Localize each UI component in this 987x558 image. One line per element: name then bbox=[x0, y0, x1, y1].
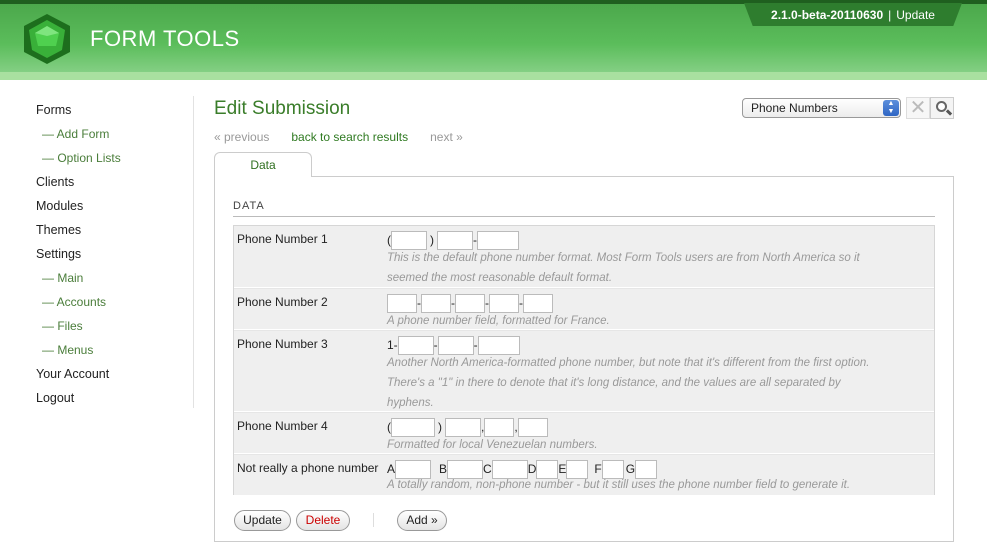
update-button[interactable]: Update bbox=[234, 510, 291, 531]
field-description: Another North America-formatted phone nu… bbox=[387, 353, 927, 413]
view-select[interactable]: Phone Numbers ▲ ▼ bbox=[742, 98, 901, 118]
phone-4-inputs: ( ) , , bbox=[387, 417, 548, 437]
header: FORM TOOLS 2.1.0-beta-20110630 | Update bbox=[0, 0, 987, 80]
phone-3-prefix-input[interactable] bbox=[437, 335, 474, 355]
random-letter-c: C bbox=[483, 462, 492, 476]
clear-search-icon[interactable]: ✕ bbox=[906, 97, 930, 119]
random-letter-g: G bbox=[625, 462, 636, 476]
fields-grid: Phone Number 1 ( ) - This is the default… bbox=[233, 225, 935, 495]
search-icon[interactable] bbox=[930, 97, 954, 119]
field-description: A totally random, non-phone number - but… bbox=[387, 475, 927, 495]
phone-3-inputs: 1- - - bbox=[387, 335, 520, 355]
version-tab: 2.1.0-beta-20110630 | Update bbox=[744, 3, 962, 26]
section-divider bbox=[233, 216, 935, 217]
phone-2-inputs: - - - - bbox=[387, 293, 553, 313]
sidebar-divider bbox=[193, 96, 194, 408]
phone-1-area-input[interactable] bbox=[391, 230, 427, 250]
random-letter-e: E bbox=[558, 462, 567, 476]
submission-pager: « previous back to search results next » bbox=[214, 130, 463, 144]
sidebar-item-clients[interactable]: Clients bbox=[36, 170, 191, 194]
field-label: Phone Number 3 bbox=[237, 337, 328, 351]
description-line: Another North America-formatted phone nu… bbox=[387, 357, 870, 369]
description-line: hyphens. bbox=[387, 397, 434, 409]
sidebar-item-files[interactable]: — Files bbox=[36, 314, 191, 338]
random-letter-d: D bbox=[527, 462, 537, 476]
description-line: A phone number field, formatted for Fran… bbox=[387, 315, 610, 327]
description-line: There's a "1" in there to denote that it… bbox=[387, 377, 841, 389]
phone-1-inputs: ( ) - bbox=[387, 230, 519, 250]
select-arrows-icon: ▲ ▼ bbox=[883, 100, 899, 116]
field-row-phone-2: Phone Number 2 - - - - A phone number fi… bbox=[234, 289, 934, 330]
sidebar-item-menus[interactable]: — Menus bbox=[36, 338, 191, 362]
phone-4-area-input[interactable] bbox=[391, 417, 435, 437]
form-tools-logo-icon bbox=[24, 14, 70, 64]
field-description: A phone number field, formatted for Fran… bbox=[387, 311, 927, 331]
sidebar-item-add-form[interactable]: — Add Form bbox=[36, 122, 191, 146]
description-line: This is the default phone number format.… bbox=[387, 252, 860, 264]
random-letter-f: F bbox=[594, 462, 602, 476]
field-row-phone-1: Phone Number 1 ( ) - This is the default… bbox=[234, 226, 934, 288]
view-select-value: Phone Numbers bbox=[751, 101, 838, 115]
section-title: DATA bbox=[233, 200, 265, 212]
sidebar-item-forms[interactable]: Forms bbox=[36, 98, 191, 122]
field-description: Formatted for local Venezuelan numbers. bbox=[387, 435, 927, 455]
page-title: Edit Submission bbox=[214, 98, 351, 119]
phone-1-prefix-input[interactable] bbox=[437, 230, 473, 250]
sidebar-item-modules[interactable]: Modules bbox=[36, 194, 191, 218]
version-number: 2.1.0-beta-20110630 bbox=[771, 7, 884, 22]
description-line: A totally random, non-phone number - but… bbox=[387, 479, 851, 491]
sidebar-item-themes[interactable]: Themes bbox=[36, 218, 191, 242]
sidebar-item-logout[interactable]: Logout bbox=[36, 386, 191, 410]
phone-4-input-2[interactable] bbox=[445, 417, 481, 437]
magnifier-handle bbox=[945, 109, 953, 116]
back-to-search-link[interactable]: back to search results bbox=[291, 130, 408, 144]
field-row-random: Not really a phone number A B C D E F G … bbox=[234, 455, 934, 495]
field-label: Phone Number 1 bbox=[237, 232, 328, 246]
update-link[interactable]: Update bbox=[896, 8, 935, 22]
delete-button[interactable]: Delete bbox=[296, 510, 350, 531]
phone-4-input-4[interactable] bbox=[517, 417, 548, 437]
sidebar-item-your-account[interactable]: Your Account bbox=[36, 362, 191, 386]
phone-4-input-3[interactable] bbox=[484, 417, 515, 437]
phone-2-input-3[interactable] bbox=[455, 293, 485, 313]
random-letter-b: B bbox=[439, 462, 448, 476]
sidebar-item-settings[interactable]: Settings bbox=[36, 242, 191, 266]
tab-data[interactable]: Data bbox=[214, 152, 312, 177]
description-line: Formatted for local Venezuelan numbers. bbox=[387, 439, 598, 451]
add-button[interactable]: Add » bbox=[397, 510, 447, 531]
brand-name: FORM TOOLS bbox=[90, 26, 240, 51]
phone-2-input-5[interactable] bbox=[523, 293, 553, 313]
random-letter-a: A bbox=[387, 462, 396, 476]
field-description: This is the default phone number format.… bbox=[387, 248, 927, 288]
sidebar-nav: Forms — Add Form — Option Lists Clients … bbox=[36, 98, 191, 410]
sidebar-item-accounts[interactable]: — Accounts bbox=[36, 290, 191, 314]
phone-1-line-input[interactable] bbox=[477, 230, 519, 250]
next-link: next » bbox=[430, 130, 463, 144]
field-row-phone-4: Phone Number 4 ( ) , , Formatted for loc… bbox=[234, 413, 934, 454]
phone-2-input-1[interactable] bbox=[387, 293, 417, 313]
phone-3-area-input[interactable] bbox=[397, 335, 434, 355]
sidebar-item-option-lists[interactable]: — Option Lists bbox=[36, 146, 191, 170]
button-separator bbox=[373, 513, 374, 527]
field-label: Phone Number 2 bbox=[237, 295, 328, 309]
phone-2-input-4[interactable] bbox=[489, 293, 519, 313]
sidebar-item-main[interactable]: — Main bbox=[36, 266, 191, 290]
phone-4-close-paren: ) bbox=[438, 420, 442, 434]
version-separator: | bbox=[888, 7, 892, 22]
header-bottom-band bbox=[0, 72, 987, 80]
phone-1-close-paren: ) bbox=[430, 233, 434, 247]
field-row-phone-3: Phone Number 3 1- - - Another North Amer… bbox=[234, 331, 934, 412]
description-line: seemed the most reasonable default forma… bbox=[387, 272, 613, 284]
phone-2-input-2[interactable] bbox=[421, 293, 451, 313]
phone-3-prefix: 1- bbox=[387, 338, 398, 352]
field-label: Not really a phone number bbox=[237, 461, 379, 475]
previous-link: « previous bbox=[214, 130, 270, 144]
phone-3-line-input[interactable] bbox=[477, 335, 520, 355]
field-label: Phone Number 4 bbox=[237, 419, 328, 433]
